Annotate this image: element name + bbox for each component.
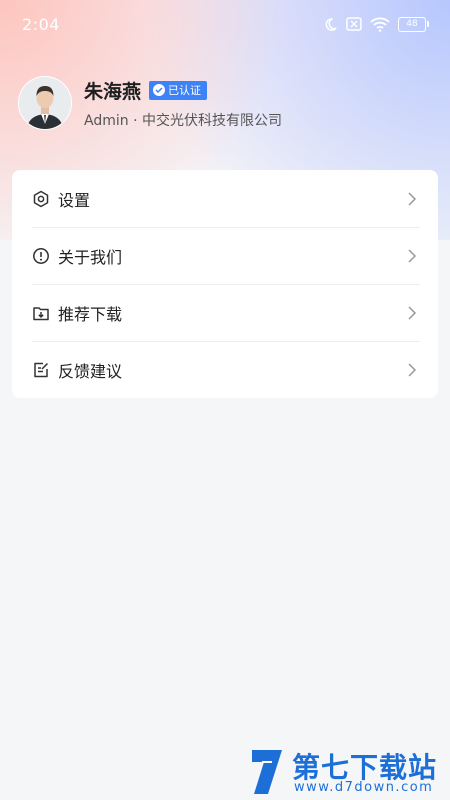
menu-label-feedback: 反馈建议 (58, 361, 123, 381)
menu-item-download[interactable]: 推荐下载 (12, 284, 438, 341)
menu-label-about: 关于我们 (58, 247, 123, 267)
moon-icon (323, 17, 338, 32)
battery-icon: 48 (398, 16, 429, 32)
edit-note-icon (32, 361, 50, 379)
sim-off-icon (346, 17, 362, 31)
wifi-icon (370, 17, 390, 32)
status-time: 2:04 (22, 14, 60, 34)
chevron-right-icon (406, 191, 418, 207)
watermark-url: www.d7down.com (294, 780, 434, 795)
profile-header[interactable]: 朱海燕 已认证 Admin · 中交光伏科技有限公司 (18, 76, 282, 130)
watermark: 第七下载站 www.d7down.com (248, 744, 444, 800)
menu-item-feedback[interactable]: 反馈建议 (12, 341, 438, 398)
menu-label-download: 推荐下载 (58, 304, 123, 324)
check-circle-icon (153, 84, 166, 96)
status-icons: 48 (323, 16, 429, 32)
menu-list: 设置 关于我们 推荐下载 反馈建议 (12, 170, 438, 398)
avatar[interactable] (18, 76, 72, 130)
chevron-right-icon (406, 362, 418, 378)
profile-info: 朱海燕 已认证 Admin · 中交光伏科技有限公司 (84, 77, 282, 130)
download-folder-icon (32, 304, 50, 322)
settings-hexagon-icon (32, 190, 50, 208)
user-role-company: Admin · 中交光伏科技有限公司 (84, 112, 282, 129)
menu-item-about[interactable]: 关于我们 (12, 227, 438, 284)
chevron-right-icon (406, 305, 418, 321)
verified-badge: 已认证 (149, 80, 208, 100)
user-name: 朱海燕 (84, 80, 142, 103)
name-row: 朱海燕 已认证 (84, 77, 282, 104)
verified-label: 已认证 (168, 84, 202, 97)
info-circle-icon (32, 247, 50, 265)
watermark-logo-icon (248, 748, 286, 796)
status-bar: 2:04 48 (0, 0, 450, 48)
menu-label-settings: 设置 (58, 190, 91, 210)
menu-item-settings[interactable]: 设置 (12, 170, 438, 227)
chevron-right-icon (406, 248, 418, 264)
